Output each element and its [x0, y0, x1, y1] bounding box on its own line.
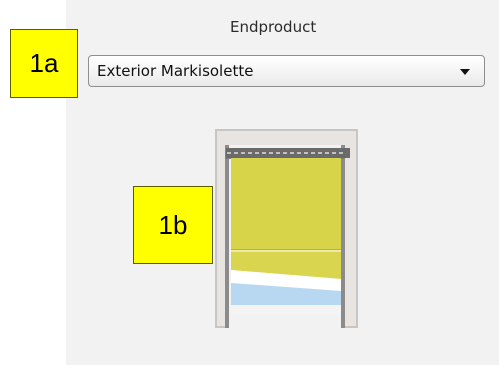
chevron-down-icon[interactable] [460, 69, 470, 75]
endproduct-select-value: Exterior Markisolette [97, 62, 254, 80]
callout-1a: 1a [10, 29, 78, 98]
endproduct-select[interactable]: Exterior Markisolette [88, 55, 485, 87]
endproduct-label: Endproduct [230, 18, 317, 36]
product-preview-image [215, 129, 358, 328]
callout-1b: 1b [133, 186, 213, 264]
